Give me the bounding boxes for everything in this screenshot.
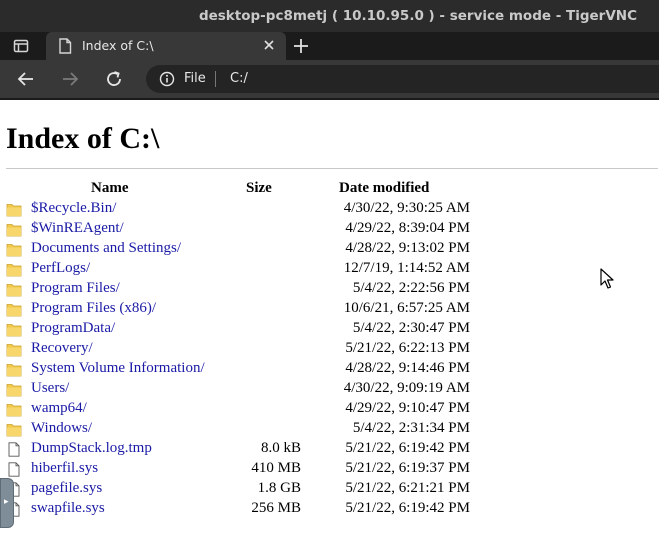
table-row: ProgramData/5/4/22, 2:30:47 PM xyxy=(0,319,659,339)
table-row: hiberfil.sys 410 MB 5/21/22, 6:19:37 PM xyxy=(0,459,659,479)
entry-date: 4/28/22, 9:14:46 PM xyxy=(345,360,470,376)
document-icon xyxy=(59,38,72,54)
table-row: Users/4/30/22, 9:09:19 AM xyxy=(0,379,659,399)
table-row: swapfile.sys 256 MB 5/21/22, 6:19:42 PM xyxy=(0,499,659,519)
reload-icon[interactable] xyxy=(105,70,123,88)
table-row: System Volume Information/4/28/22, 9:14:… xyxy=(0,359,659,379)
table-row: pagefile.sys 1.8 GB 5/21/22, 6:21:21 PM xyxy=(0,479,659,499)
entry-name-link[interactable]: $Recycle.Bin/ xyxy=(31,200,116,217)
browser-toolbar: File C:/ xyxy=(0,60,659,98)
entry-name-link[interactable]: Recovery/ xyxy=(31,340,93,357)
folder-icon xyxy=(6,384,22,397)
table-row: Program Files (x86)/ 10/6/21, 6:57:25 AM xyxy=(0,299,659,319)
entry-date: 4/29/22, 8:39:04 PM xyxy=(345,220,470,236)
entry-name-link[interactable]: DumpStack.log.tmp xyxy=(31,440,152,457)
vnc-toolbar-handle[interactable]: ▸ xyxy=(0,478,14,528)
mouse-cursor-icon xyxy=(600,268,614,289)
table-row: $Recycle.Bin/4/30/22, 9:30:25 AM xyxy=(0,199,659,219)
table-row: Recovery/5/21/22, 6:22:13 PM xyxy=(0,339,659,359)
entry-name-link[interactable]: Program Files (x86)/ xyxy=(31,300,156,317)
entry-name-link[interactable]: System Volume Information/ xyxy=(31,360,205,377)
back-arrow-icon[interactable] xyxy=(17,70,35,88)
table-row: Windows/5/4/22, 2:31:34 PM xyxy=(0,419,659,439)
entry-size: 1.8 GB xyxy=(257,480,301,496)
folder-icon xyxy=(6,244,22,257)
forward-arrow-icon[interactable] xyxy=(61,70,79,88)
table-row: Program Files/5/4/22, 2:22:56 PM xyxy=(0,279,659,299)
address-bar[interactable]: File C:/ xyxy=(146,65,659,93)
folder-icon xyxy=(6,264,22,277)
entry-date: 5/21/22, 6:19:42 PM xyxy=(345,440,470,456)
entry-date: 5/21/22, 6:21:21 PM xyxy=(345,480,470,496)
entry-date: 12/7/19, 1:14:52 AM xyxy=(343,260,470,276)
entry-name-link[interactable]: Users/ xyxy=(31,380,69,397)
table-row: DumpStack.log.tmp 8.0 kB 5/21/22, 6:19:42 … xyxy=(0,439,659,459)
entry-name-link[interactable]: Documents and Settings/ xyxy=(31,240,181,257)
folder-icon xyxy=(6,324,22,337)
entry-date: 10/6/21, 6:57:25 AM xyxy=(343,300,470,316)
entry-name-link[interactable]: ProgramData/ xyxy=(31,320,115,337)
file-icon xyxy=(8,442,20,457)
entry-name-link[interactable]: $WinREAgent/ xyxy=(31,220,124,237)
entry-date: 4/30/22, 9:09:19 AM xyxy=(343,380,470,396)
entry-date: 5/4/22, 2:31:34 PM xyxy=(352,420,470,436)
entry-date: 4/28/22, 9:13:02 PM xyxy=(345,240,470,256)
entry-date: 5/21/22, 6:19:37 PM xyxy=(345,460,470,476)
entry-name-link[interactable]: hiberfil.sys xyxy=(31,460,98,477)
tab-actions-icon[interactable] xyxy=(13,38,29,54)
folder-icon xyxy=(6,204,22,217)
entry-name-link[interactable]: Windows/ xyxy=(31,420,92,437)
entry-size: 256 MB xyxy=(251,500,301,516)
entry-name-link[interactable]: wamp64/ xyxy=(31,400,87,417)
column-header-name[interactable]: Name xyxy=(91,180,129,197)
entry-size: 410 MB xyxy=(251,460,301,476)
entry-date: 4/30/22, 9:30:25 AM xyxy=(343,200,470,216)
close-icon[interactable] xyxy=(262,38,276,52)
folder-icon xyxy=(6,304,22,317)
folder-icon xyxy=(6,404,22,417)
heading-rule xyxy=(6,168,658,169)
table-row: Documents and Settings/4/28/22, 9:13:02 … xyxy=(0,239,659,259)
folder-icon xyxy=(6,344,22,357)
entry-name-link[interactable]: Program Files/ xyxy=(31,280,120,297)
folder-icon xyxy=(6,424,22,437)
entry-date: 5/21/22, 6:19:42 PM xyxy=(345,500,470,516)
table-row: PerfLogs/12/7/19, 1:14:52 AM xyxy=(0,259,659,279)
folder-icon xyxy=(6,284,22,297)
entry-date: 5/4/22, 2:22:56 PM xyxy=(352,280,470,296)
entry-name-link[interactable]: swapfile.sys xyxy=(31,500,105,517)
tab-title: Index of C:\ xyxy=(82,38,154,53)
entry-date: 5/21/22, 6:22:13 PM xyxy=(345,340,470,356)
folder-icon xyxy=(6,364,22,377)
window-title: desktop-pc8metj ( 10.10.95.0 ) - service… xyxy=(198,8,637,24)
tab-active[interactable]: Index of C:\ xyxy=(46,32,286,60)
table-row: wamp64/4/29/22, 9:10:47 PM xyxy=(0,399,659,419)
page-content: Index of C:\ Name Size Date modified $Re… xyxy=(0,100,659,538)
file-icon xyxy=(8,462,20,477)
folder-icon xyxy=(6,224,22,237)
entry-name-link[interactable]: pagefile.sys xyxy=(31,480,102,497)
table-row: $WinREAgent/4/29/22, 8:39:04 PM xyxy=(0,219,659,239)
entry-date: 5/4/22, 2:30:47 PM xyxy=(352,320,470,336)
entry-size: 8.0 kB xyxy=(260,440,301,456)
tab-strip: Index of C:\ xyxy=(0,32,659,60)
plus-icon[interactable] xyxy=(292,37,310,55)
column-header-size[interactable]: Size xyxy=(246,180,272,197)
url-text[interactable]: C:/ xyxy=(230,71,248,86)
entry-name-link[interactable]: PerfLogs/ xyxy=(31,260,90,277)
address-separator xyxy=(215,71,216,87)
entry-date: 4/29/22, 9:10:47 PM xyxy=(345,400,470,416)
page-title: Index of C:\ xyxy=(6,122,160,155)
info-icon[interactable] xyxy=(159,71,175,87)
url-scheme-label: File xyxy=(184,71,206,86)
column-header-date[interactable]: Date modified xyxy=(339,180,429,197)
window-titlebar: desktop-pc8metj ( 10.10.95.0 ) - service… xyxy=(0,0,659,32)
